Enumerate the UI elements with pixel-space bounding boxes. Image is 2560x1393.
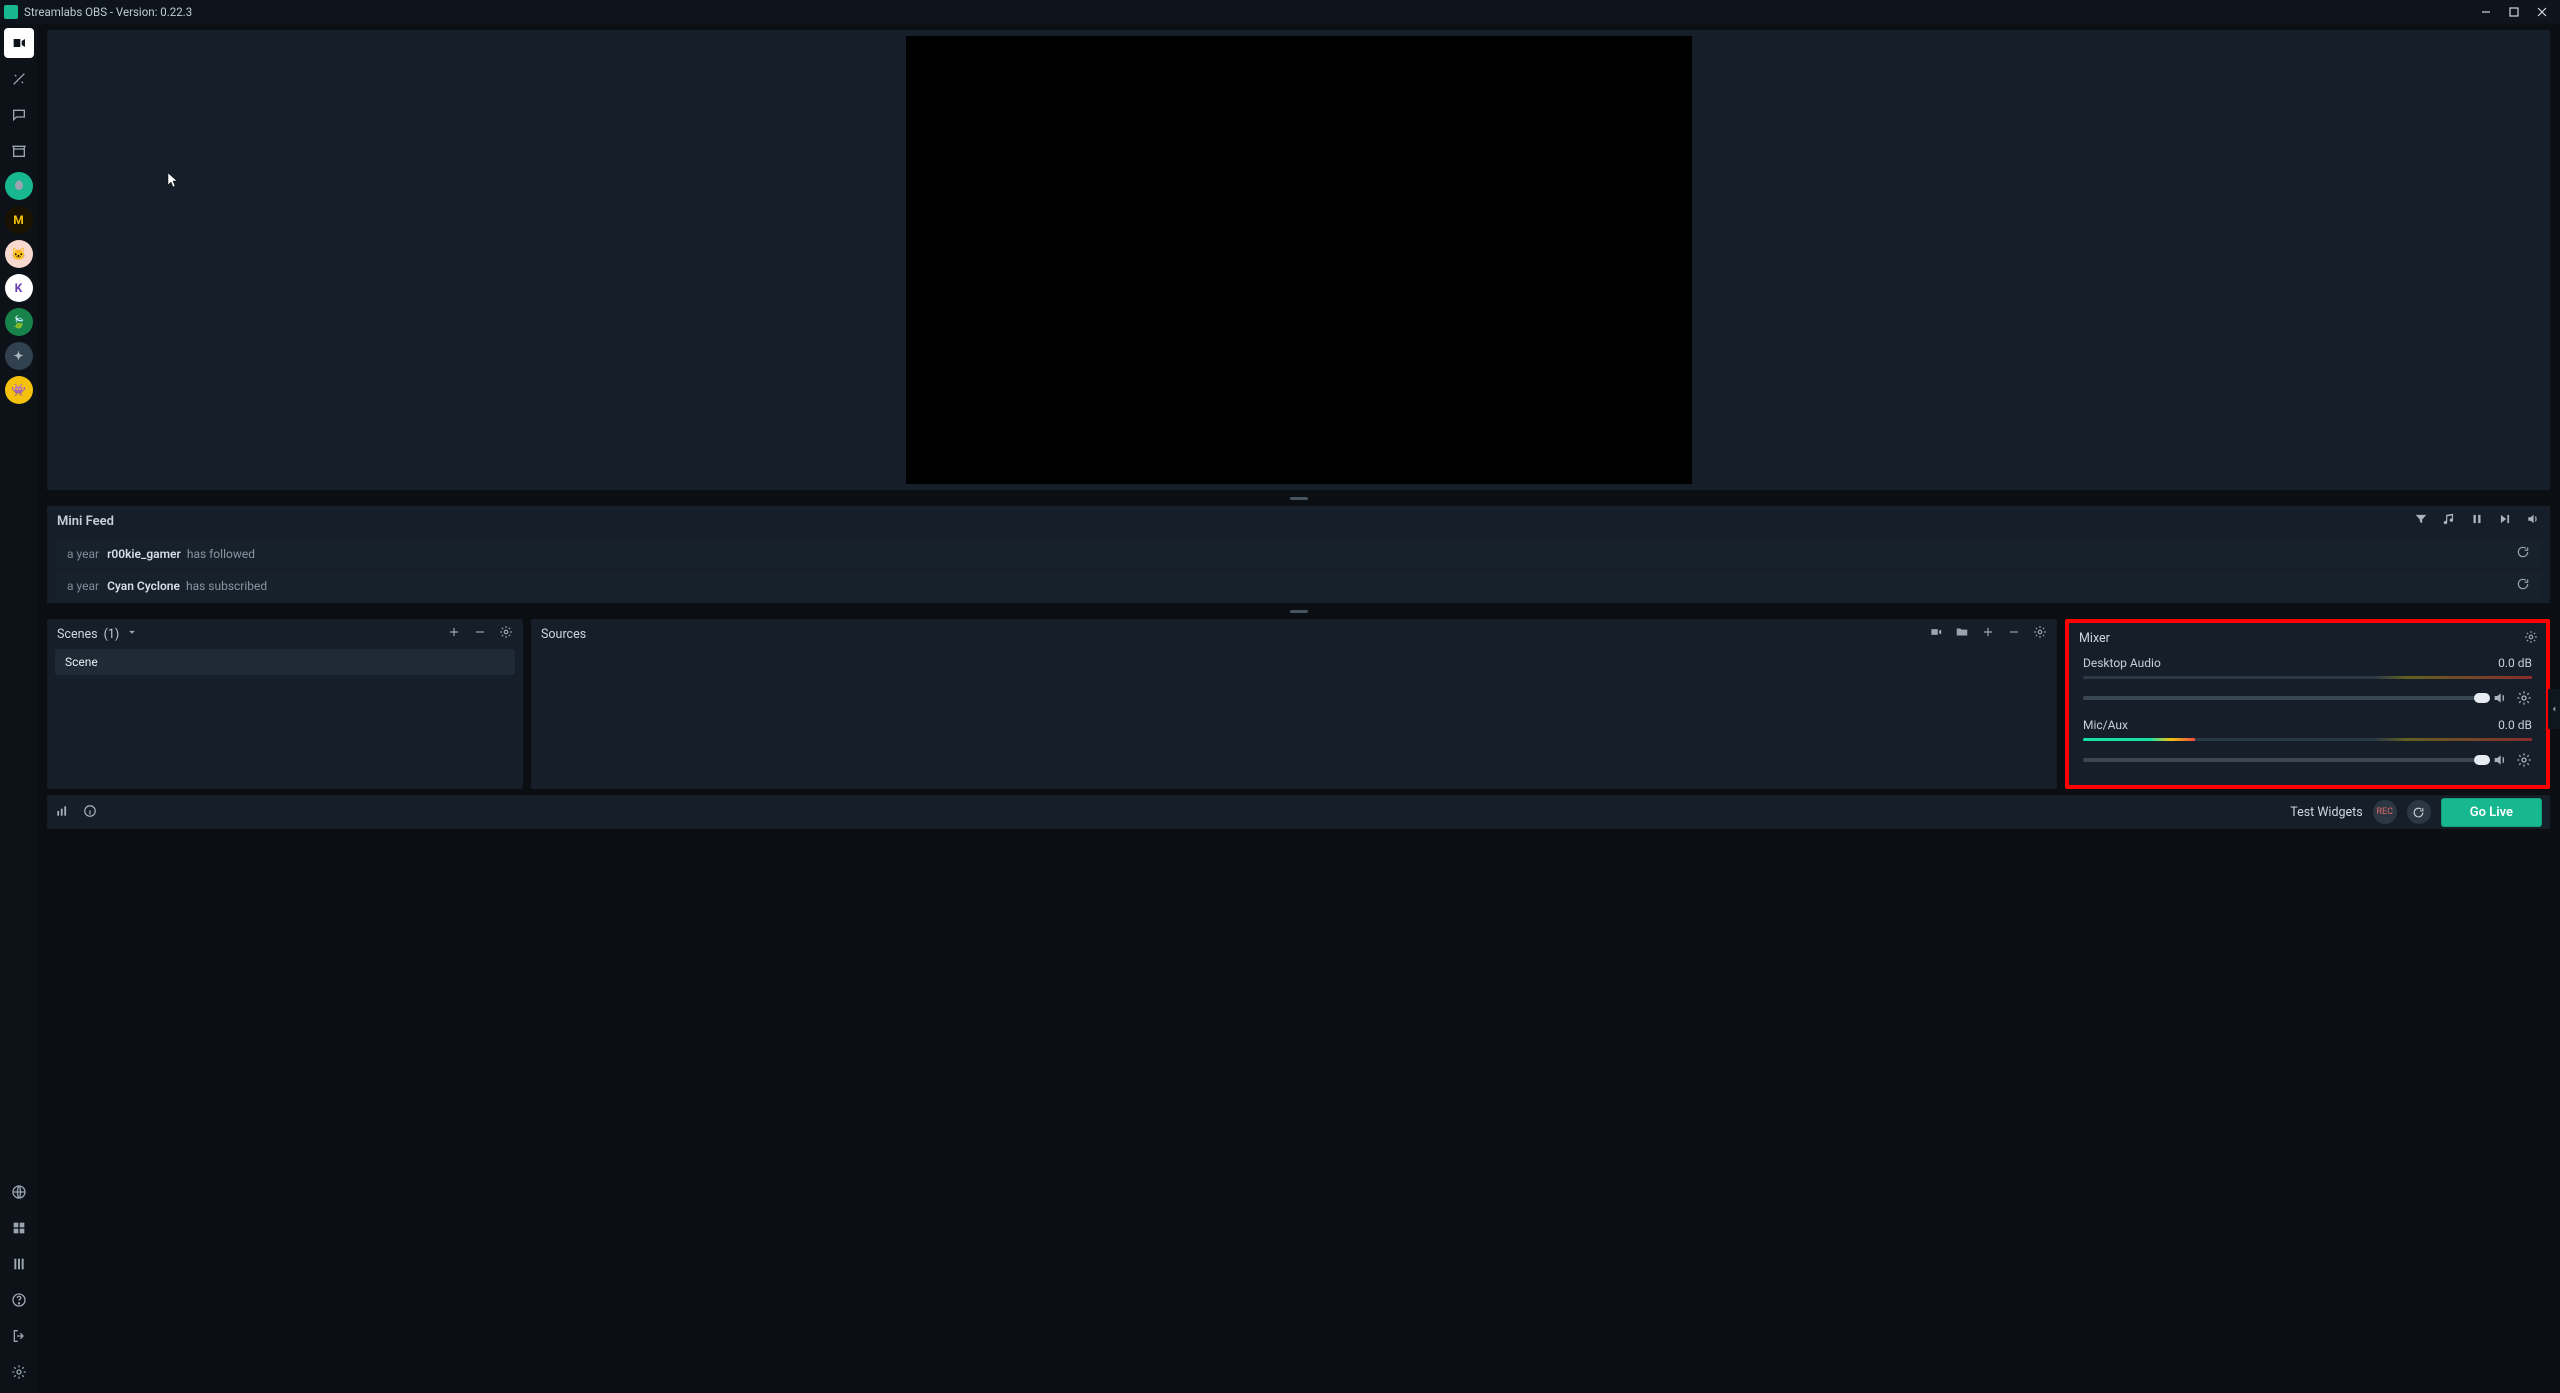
mixer-channel-settings-icon[interactable] xyxy=(2516,752,2532,768)
mixer-channel-name: Mic/Aux xyxy=(2083,718,2128,732)
mixer-channel: Mic/Aux 0.0 dB xyxy=(2077,714,2538,776)
mini-feed-pause-icon[interactable] xyxy=(2470,512,2484,530)
rail-app-leaf[interactable]: 🍃 xyxy=(5,308,33,336)
window-titlebar: Streamlabs OBS - Version: 0.22.3 xyxy=(0,0,2560,24)
sources-add-icon[interactable] xyxy=(1981,625,1995,643)
window-minimize-button[interactable] xyxy=(2472,2,2500,22)
scene-item-label: Scene xyxy=(65,655,98,669)
scenes-panel: Scenes (1) Scene xyxy=(47,619,523,789)
mini-feed-event-time: a year xyxy=(67,547,99,561)
sources-settings-icon[interactable] xyxy=(2033,625,2047,643)
sources-panel: Sources xyxy=(531,619,2057,789)
rail-app-monster[interactable]: 👾 xyxy=(5,376,33,404)
rail-settings-icon[interactable] xyxy=(4,1357,34,1387)
mixer-channel-scale xyxy=(2083,743,2532,746)
rail-chat-tab[interactable] xyxy=(4,100,34,130)
preview-container xyxy=(47,30,2550,490)
mixer-panel: Mixer Desktop Audio 0.0 dB xyxy=(2065,619,2550,789)
panels-resize-handle[interactable] xyxy=(37,603,2560,619)
mixer-channel-scale xyxy=(2083,681,2532,684)
rail-app-streamlabs[interactable] xyxy=(5,172,33,200)
scenes-dropdown-caret-icon[interactable] xyxy=(125,625,139,643)
mini-feed-event: a year Cyan Cyclone has subscribed xyxy=(55,571,2542,600)
scenes-settings-icon[interactable] xyxy=(499,625,513,643)
mini-feed-music-icon[interactable] xyxy=(2442,512,2456,530)
window-close-button[interactable] xyxy=(2528,2,2556,22)
mini-feed-replay-icon[interactable] xyxy=(2516,545,2530,562)
scenes-count: (1) xyxy=(104,627,120,642)
window-title: Streamlabs OBS - Version: 0.22.3 xyxy=(24,5,2472,19)
mini-feed-event-time: a year xyxy=(67,579,99,593)
mini-feed-panel: Mini Feed a year r00kie_gamer has follow… xyxy=(47,506,2550,603)
rail-globe-icon[interactable] xyxy=(4,1177,34,1207)
rail-app-m[interactable]: M xyxy=(5,206,33,234)
mixer-channel-volume-slider[interactable] xyxy=(2083,696,2484,700)
sources-folder-icon[interactable] xyxy=(1955,625,1969,643)
left-rail: M 🐱 K 🍃 ✦ 👾 xyxy=(0,24,37,1393)
mixer-channel-settings-icon[interactable] xyxy=(2516,690,2532,706)
scene-item[interactable]: Scene xyxy=(55,649,515,675)
mini-feed-event-action: has subscribed xyxy=(186,579,2516,593)
rail-app-k[interactable]: K xyxy=(5,274,33,302)
mixer-settings-icon[interactable] xyxy=(2524,629,2538,648)
preview-canvas[interactable] xyxy=(906,36,1692,484)
mixer-title: Mixer xyxy=(2079,631,2110,646)
rail-store-tab[interactable] xyxy=(4,136,34,166)
main-area: Mini Feed a year r00kie_gamer has follow… xyxy=(37,24,2560,1393)
test-widgets-link[interactable]: Test Widgets xyxy=(2290,805,2363,820)
statusbar-info-icon[interactable] xyxy=(83,803,97,822)
sources-title: Sources xyxy=(541,627,586,642)
preview-area[interactable] xyxy=(53,36,2544,484)
scenes-title: Scenes xyxy=(57,627,98,642)
preview-resize-handle[interactable] xyxy=(37,490,2560,506)
replay-buffer-button[interactable] xyxy=(2407,800,2431,824)
go-live-button[interactable]: Go Live xyxy=(2441,798,2542,827)
window-maximize-button[interactable] xyxy=(2500,2,2528,22)
rail-editor-tab[interactable] xyxy=(4,28,34,58)
rail-app-cat[interactable]: 🐱 xyxy=(5,240,33,268)
mini-feed-replay-icon[interactable] xyxy=(2516,577,2530,594)
record-button[interactable]: REC xyxy=(2373,800,2397,824)
rail-grid-icon[interactable] xyxy=(4,1213,34,1243)
rail-themes-tab[interactable] xyxy=(4,64,34,94)
mini-feed-event: a year r00kie_gamer has followed xyxy=(55,539,2542,568)
mini-feed-volume-icon[interactable] xyxy=(2526,512,2540,530)
app-icon xyxy=(4,5,18,19)
mixer-channel-db: 0.0 dB xyxy=(2498,656,2532,670)
sources-webcam-icon[interactable] xyxy=(1929,625,1943,643)
record-label: REC xyxy=(2376,807,2393,817)
mini-feed-event-action: has followed xyxy=(187,547,2516,561)
sources-remove-icon[interactable] xyxy=(2007,625,2021,643)
mini-feed-title: Mini Feed xyxy=(57,514,2414,529)
mixer-channel-db: 0.0 dB xyxy=(2498,718,2532,732)
rail-columns-icon[interactable] xyxy=(4,1249,34,1279)
mixer-channel-volume-slider[interactable] xyxy=(2083,758,2484,762)
go-live-label: Go Live xyxy=(2470,805,2513,820)
mini-feed-event-user: r00kie_gamer xyxy=(107,547,181,561)
mixer-channel: Desktop Audio 0.0 dB xyxy=(2077,652,2538,714)
right-panel-expand-button[interactable] xyxy=(2548,689,2560,729)
rail-logout-icon[interactable] xyxy=(4,1321,34,1351)
mixer-channel-speaker-icon[interactable] xyxy=(2492,690,2508,706)
mixer-channel-speaker-icon[interactable] xyxy=(2492,752,2508,768)
statusbar-stats-icon[interactable] xyxy=(55,803,69,822)
rail-help-icon[interactable] xyxy=(4,1285,34,1315)
mini-feed-filter-icon[interactable] xyxy=(2414,512,2428,530)
mini-feed-event-user: Cyan Cyclone xyxy=(107,579,180,593)
scenes-remove-icon[interactable] xyxy=(473,625,487,643)
status-bar: Test Widgets REC Go Live xyxy=(47,795,2550,829)
mixer-channel-name: Desktop Audio xyxy=(2083,656,2161,670)
scenes-add-icon[interactable] xyxy=(447,625,461,643)
mini-feed-skip-icon[interactable] xyxy=(2498,512,2512,530)
rail-app-puzzle[interactable]: ✦ xyxy=(5,342,33,370)
